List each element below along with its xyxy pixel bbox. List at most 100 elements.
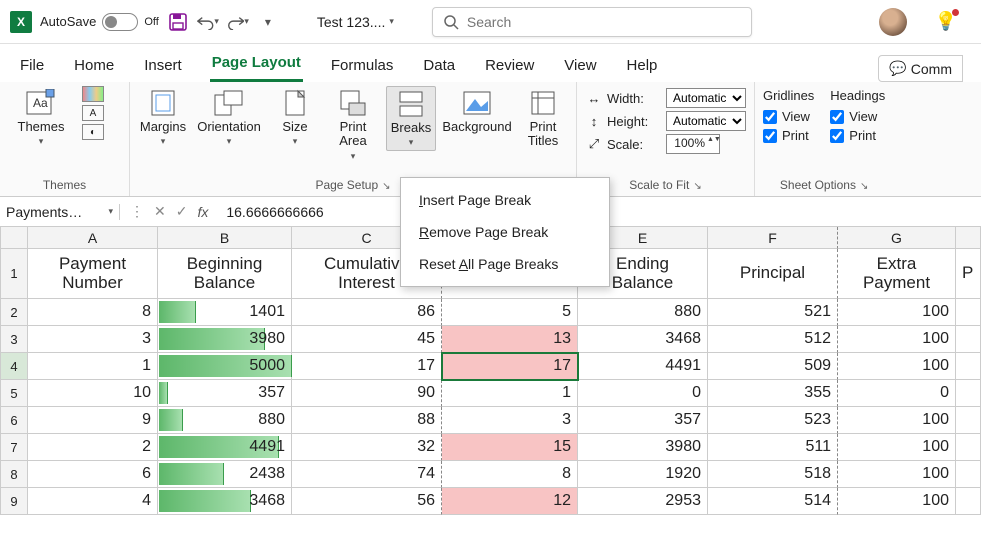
cell-E8[interactable]: 1920 <box>578 461 708 488</box>
cell-G1[interactable]: Extra Payment <box>838 249 956 299</box>
cancel-icon[interactable]: ✕ <box>154 203 166 220</box>
cell-D6[interactable]: 3 <box>442 407 578 434</box>
col-head-A[interactable]: A <box>28 227 158 249</box>
fx-icon[interactable]: fx <box>197 204 208 220</box>
menu-insert-page-break[interactable]: Insert Page Break <box>401 184 609 216</box>
cell-G5[interactable]: 0 <box>838 380 956 407</box>
cell-A9[interactable]: 4 <box>28 488 158 515</box>
page-setup-launcher[interactable]: ↘ <box>382 181 390 192</box>
cell-B7[interactable]: 4491 <box>158 434 292 461</box>
cell-G3[interactable]: 100 <box>838 326 956 353</box>
cell-F2[interactable]: 521 <box>708 299 838 326</box>
row-head-3[interactable]: 3 <box>0 326 28 353</box>
tab-view[interactable]: View <box>562 51 598 82</box>
cell-C5[interactable]: 90 <box>292 380 442 407</box>
tab-help[interactable]: Help <box>625 51 660 82</box>
cell-B6[interactable]: 880 <box>158 407 292 434</box>
cell-D5[interactable]: 1 <box>442 380 578 407</box>
cell-H8[interactable] <box>956 461 981 488</box>
cell-A7[interactable]: 2 <box>28 434 158 461</box>
cell-C4[interactable]: 17 <box>292 353 442 380</box>
cell-A2[interactable]: 8 <box>28 299 158 326</box>
cell-G4[interactable]: 100 <box>838 353 956 380</box>
headings-print-checkbox[interactable]: Print <box>830 128 885 143</box>
cell-C3[interactable]: 45 <box>292 326 442 353</box>
cell-B5[interactable]: 357 <box>158 380 292 407</box>
cell-D7[interactable]: 15 <box>442 434 578 461</box>
row-head-7[interactable]: 7 <box>0 434 28 461</box>
theme-fonts-icon[interactable]: A <box>82 105 104 121</box>
tab-review[interactable]: Review <box>483 51 536 82</box>
cell-E6[interactable]: 357 <box>578 407 708 434</box>
scale-spinner[interactable]: 100%▲▼ <box>666 134 720 154</box>
cell-F3[interactable]: 512 <box>708 326 838 353</box>
cell-H6[interactable] <box>956 407 981 434</box>
row-head-5[interactable]: 5 <box>0 380 28 407</box>
row-head-2[interactable]: 2 <box>0 299 28 326</box>
select-all-corner[interactable] <box>0 227 28 249</box>
cell-E3[interactable]: 3468 <box>578 326 708 353</box>
cell-B3[interactable]: 3980 <box>158 326 292 353</box>
cell-A3[interactable]: 3 <box>28 326 158 353</box>
cell-C9[interactable]: 56 <box>292 488 442 515</box>
col-head-G[interactable]: G <box>838 227 956 249</box>
print-area-button[interactable]: Print Area▾ <box>328 86 378 164</box>
sheet-options-launcher[interactable]: ↘ <box>860 181 868 192</box>
cell-C8[interactable]: 74 <box>292 461 442 488</box>
col-head-H[interactable] <box>956 227 981 249</box>
cell-A1[interactable]: Payment Number <box>28 249 158 299</box>
cell-G7[interactable]: 100 <box>838 434 956 461</box>
cell-E9[interactable]: 2953 <box>578 488 708 515</box>
cell-F6[interactable]: 523 <box>708 407 838 434</box>
redo-icon[interactable]: ▾ <box>227 11 249 33</box>
user-avatar[interactable] <box>879 8 907 36</box>
qat-overflow-icon[interactable]: ▾ <box>257 11 279 33</box>
cell-H5[interactable] <box>956 380 981 407</box>
tab-data[interactable]: Data <box>421 51 457 82</box>
cell-B8[interactable]: 2438 <box>158 461 292 488</box>
save-icon[interactable] <box>167 11 189 33</box>
cell-E7[interactable]: 3980 <box>578 434 708 461</box>
menu-reset-page-breaks[interactable]: Reset All Page Breaks <box>401 248 609 280</box>
width-select[interactable]: Automatic <box>666 88 746 108</box>
cell-B4[interactable]: 5000 <box>158 353 292 380</box>
cell-H1[interactable]: P <box>956 249 981 299</box>
breaks-button[interactable]: Breaks▾ <box>386 86 436 151</box>
tab-home[interactable]: Home <box>72 51 116 82</box>
theme-colors-icon[interactable] <box>82 86 104 102</box>
cell-E2[interactable]: 880 <box>578 299 708 326</box>
background-button[interactable]: Background <box>444 86 510 136</box>
cell-H9[interactable] <box>956 488 981 515</box>
cell-D4[interactable]: 17 <box>442 353 578 380</box>
themes-button[interactable]: Aa Themes ▾ <box>8 86 74 149</box>
cell-F4[interactable]: 509 <box>708 353 838 380</box>
cell-G2[interactable]: 100 <box>838 299 956 326</box>
cell-A6[interactable]: 9 <box>28 407 158 434</box>
cell-G6[interactable]: 100 <box>838 407 956 434</box>
cell-H7[interactable] <box>956 434 981 461</box>
gridlines-print-checkbox[interactable]: Print <box>763 128 814 143</box>
cell-H2[interactable] <box>956 299 981 326</box>
search-input[interactable] <box>467 14 741 30</box>
cell-B9[interactable]: 3468 <box>158 488 292 515</box>
cell-G9[interactable]: 100 <box>838 488 956 515</box>
cell-C7[interactable]: 32 <box>292 434 442 461</box>
row-head-9[interactable]: 9 <box>0 488 28 515</box>
cell-E4[interactable]: 4491 <box>578 353 708 380</box>
cell-B1[interactable]: Beginning Balance <box>158 249 292 299</box>
cell-C6[interactable]: 88 <box>292 407 442 434</box>
size-button[interactable]: Size▾ <box>270 86 320 149</box>
cell-F1[interactable]: Principal <box>708 249 838 299</box>
cell-D2[interactable]: 5 <box>442 299 578 326</box>
cell-H3[interactable] <box>956 326 981 353</box>
row-head-1[interactable]: 1 <box>0 249 28 299</box>
theme-effects-icon[interactable]: ◐ <box>82 124 104 140</box>
tab-page-layout[interactable]: Page Layout <box>210 48 303 82</box>
cell-A4[interactable]: 1 <box>28 353 158 380</box>
workbook-filename[interactable]: Test 123.... ▾ <box>317 14 394 30</box>
comments-button[interactable]: 💬 Comm <box>878 55 963 82</box>
autosave-toggle[interactable] <box>102 13 138 31</box>
row-head-4[interactable]: 4 <box>0 353 28 380</box>
row-head-8[interactable]: 8 <box>0 461 28 488</box>
cell-G8[interactable]: 100 <box>838 461 956 488</box>
